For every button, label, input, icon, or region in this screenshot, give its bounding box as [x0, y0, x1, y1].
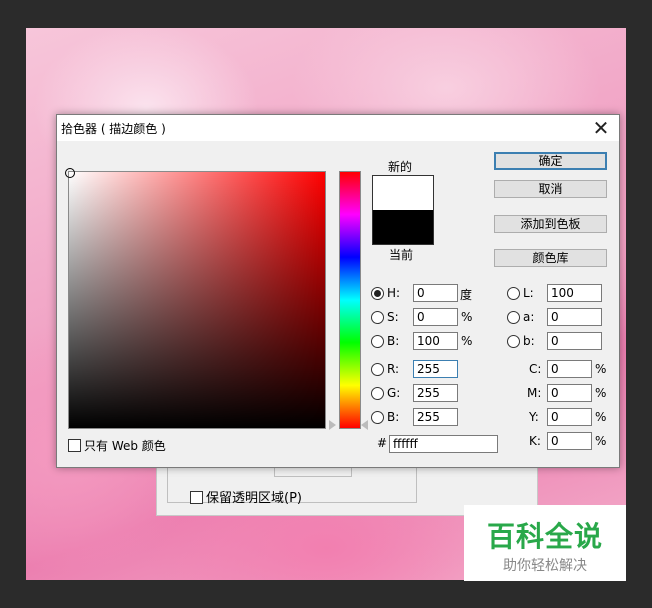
yellow-label: Y: — [529, 410, 539, 424]
saturation-field[interactable]: 0 — [413, 308, 458, 326]
cancel-button[interactable]: 取消 — [494, 180, 607, 198]
preserve-transparency-checkbox[interactable]: 保留透明区域(P) — [190, 487, 302, 506]
black-field[interactable]: 0 — [547, 432, 592, 450]
blue-radio[interactable] — [371, 411, 384, 424]
hue-slider[interactable] — [339, 171, 361, 429]
hex-label: # — [377, 436, 388, 450]
group-separator — [274, 468, 352, 477]
hex-field[interactable]: ffffff — [389, 435, 498, 453]
saturation-unit: % — [461, 310, 473, 324]
close-icon[interactable]: ✕ — [589, 116, 613, 140]
dialog-title: 拾色器 ( 描边颜色 ) — [61, 122, 166, 136]
cyan-label: C: — [529, 362, 542, 376]
lab-a-radio[interactable] — [507, 311, 520, 324]
color-marker[interactable] — [65, 168, 75, 178]
blue-label: B: — [387, 410, 400, 424]
lab-a-label: a: — [523, 310, 535, 324]
black-unit: % — [595, 434, 607, 448]
checkbox-box[interactable] — [190, 491, 203, 504]
brightness-field[interactable]: 100 — [413, 332, 458, 350]
green-radio[interactable] — [371, 387, 384, 400]
blue-field[interactable]: 255 — [413, 408, 458, 426]
saturation-brightness-field[interactable] — [65, 168, 326, 429]
brightness-label: B: — [387, 334, 400, 348]
color-libraries-button[interactable]: 颜色库 — [494, 249, 607, 267]
new-color-swatch — [373, 176, 433, 210]
web-only-checkbox[interactable]: 只有 Web 颜色 — [68, 437, 166, 454]
hue-unit: 度 — [460, 288, 473, 302]
ok-button[interactable]: 确定 — [494, 152, 607, 170]
current-color-swatch[interactable] — [373, 210, 433, 244]
dialog-titlebar: 拾色器 ( 描边颜色 ) ✕ — [57, 115, 619, 141]
saturation-label: S: — [387, 310, 399, 324]
checkbox-box[interactable] — [68, 439, 81, 452]
magenta-field[interactable]: 0 — [547, 384, 592, 402]
stroke-options-group: 保留透明区域(P) — [167, 467, 417, 506]
add-to-swatches-button[interactable]: 添加到色板 — [494, 215, 607, 233]
watermark-subtitle: 助你轻松解决 — [503, 558, 587, 574]
hue-radio[interactable] — [371, 287, 384, 300]
cyan-unit: % — [595, 362, 607, 376]
hue-slider-left-arrow-icon[interactable] — [329, 420, 336, 430]
hue-slider-right-arrow-icon[interactable] — [361, 420, 368, 430]
lab-l-label: L: — [523, 286, 534, 300]
lab-l-radio[interactable] — [507, 287, 520, 300]
magenta-unit: % — [595, 386, 607, 400]
color-preview — [372, 175, 434, 245]
green-field[interactable]: 255 — [413, 384, 458, 402]
current-color-label: 当前 — [389, 248, 414, 262]
brightness-unit: % — [461, 334, 473, 348]
saturation-radio[interactable] — [371, 311, 384, 324]
red-field[interactable]: 255 — [413, 360, 458, 378]
watermark: 百科全说 助你轻松解决 — [464, 505, 626, 581]
black-label: K: — [529, 434, 541, 448]
lab-b-label: b: — [523, 334, 535, 348]
red-radio[interactable] — [371, 363, 384, 376]
brightness-radio[interactable] — [371, 335, 384, 348]
watermark-title: 百科全说 — [486, 520, 603, 553]
preserve-transparency-label: 保留透明区域(P) — [206, 491, 302, 506]
new-color-label: 新的 — [388, 160, 413, 174]
lab-b-radio[interactable] — [507, 335, 520, 348]
lab-b-field[interactable]: 0 — [547, 332, 602, 350]
green-label: G: — [387, 386, 401, 400]
color-picker-dialog: 拾色器 ( 描边颜色 ) ✕ 新的 当前 确定 取消 添加到色板 颜色库 H: … — [56, 114, 620, 468]
red-label: R: — [387, 362, 400, 376]
hue-label: H: — [387, 286, 401, 300]
yellow-field[interactable]: 0 — [547, 408, 592, 426]
lab-l-field[interactable]: 100 — [547, 284, 602, 302]
cyan-field[interactable]: 0 — [547, 360, 592, 378]
web-only-label: 只有 Web 颜色 — [84, 439, 166, 453]
magenta-label: M: — [527, 386, 542, 400]
yellow-unit: % — [595, 410, 607, 424]
lab-a-field[interactable]: 0 — [547, 308, 602, 326]
hue-field[interactable]: 0 — [413, 284, 458, 302]
